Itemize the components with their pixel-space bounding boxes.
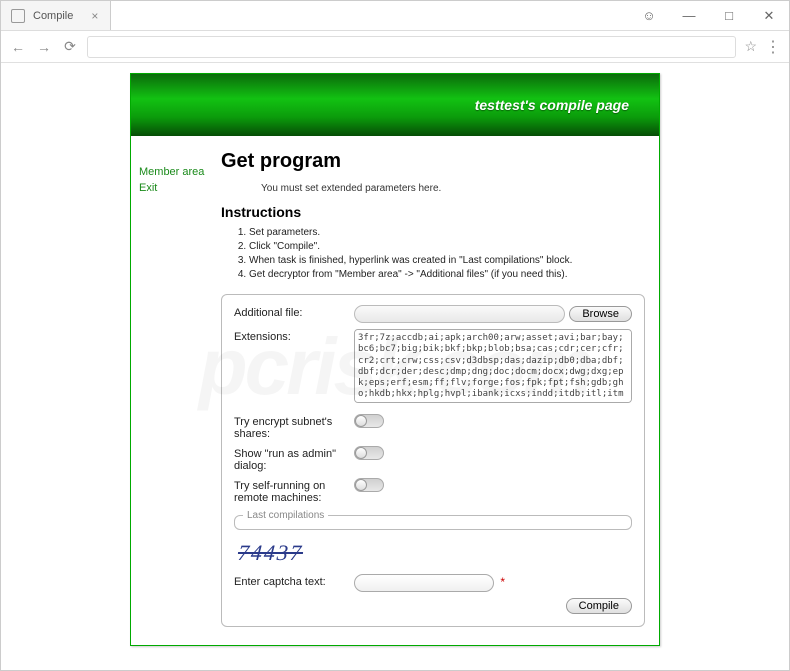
window-maximize-button[interactable]: □ bbox=[709, 1, 749, 30]
window-close-button[interactable]: ✕ bbox=[749, 1, 789, 30]
instructions-list: Set parameters. Click "Compile". When ta… bbox=[221, 226, 645, 282]
instruction-item: When task is finished, hyperlink was cre… bbox=[249, 254, 645, 268]
extensions-textarea[interactable] bbox=[354, 329, 632, 403]
toggle-subnet[interactable] bbox=[354, 414, 384, 428]
captcha-input[interactable] bbox=[354, 574, 494, 592]
forward-icon[interactable]: → bbox=[35, 39, 53, 55]
page-container: testtest's compile page Member area Exit… bbox=[130, 73, 660, 646]
toggle-subnet-label: Try encrypt subnet's shares: bbox=[234, 414, 354, 440]
main-content: Get program You must set extended parame… bbox=[221, 136, 659, 645]
additional-file-input[interactable] bbox=[354, 305, 565, 323]
toggle-admin-label: Show "run as admin" dialog: bbox=[234, 446, 354, 472]
titlebar: Compile × ☺ — □ ✕ bbox=[1, 1, 789, 31]
extensions-label: Extensions: bbox=[234, 329, 354, 343]
toggle-selfrun[interactable] bbox=[354, 478, 384, 492]
url-input[interactable] bbox=[87, 36, 736, 58]
toggle-admin[interactable] bbox=[354, 446, 384, 460]
instructions-heading: Instructions bbox=[221, 204, 645, 220]
tab-close-icon[interactable]: × bbox=[91, 9, 98, 23]
last-compilations-legend: Last compilations bbox=[243, 510, 328, 521]
last-compilations-fieldset: Last compilations bbox=[234, 510, 632, 530]
window-minimize-button[interactable]: — bbox=[669, 1, 709, 30]
instruction-item: Set parameters. bbox=[249, 226, 645, 240]
compile-button[interactable]: Compile bbox=[566, 598, 632, 614]
address-bar: ← → ⟳ ☆ ⋮ bbox=[1, 31, 789, 63]
required-marker: * bbox=[500, 575, 505, 589]
user-icon[interactable]: ☺ bbox=[629, 1, 669, 30]
page-favicon bbox=[11, 9, 25, 23]
browse-button[interactable]: Browse bbox=[569, 306, 632, 322]
reload-icon[interactable]: ⟳ bbox=[61, 38, 79, 55]
instruction-item: Get decryptor from "Member area" -> "Add… bbox=[249, 268, 645, 282]
tab-title: Compile bbox=[33, 10, 73, 22]
browser-tab[interactable]: Compile × bbox=[1, 1, 111, 30]
new-tab-button[interactable] bbox=[111, 1, 131, 30]
banner: testtest's compile page bbox=[131, 74, 659, 136]
instruction-item: Click "Compile". bbox=[249, 240, 645, 254]
sidebar: Member area Exit bbox=[131, 136, 221, 645]
additional-file-label: Additional file: bbox=[234, 305, 354, 319]
form-box: Additional file: Browse Extensions: bbox=[221, 294, 645, 627]
captcha-image: 74437 bbox=[233, 538, 309, 568]
back-icon[interactable]: ← bbox=[9, 39, 27, 55]
sidebar-item-member-area[interactable]: Member area bbox=[139, 166, 221, 178]
sidebar-item-exit[interactable]: Exit bbox=[139, 182, 221, 194]
bookmark-star-icon[interactable]: ☆ bbox=[744, 38, 757, 55]
captcha-label: Enter captcha text: bbox=[234, 574, 354, 588]
menu-icon[interactable]: ⋮ bbox=[765, 37, 781, 57]
toggle-selfrun-label: Try self-running on remote machines: bbox=[234, 478, 354, 504]
page-heading: Get program bbox=[221, 150, 645, 173]
banner-title: testtest's compile page bbox=[475, 97, 629, 113]
hint-text: You must set extended parameters here. bbox=[221, 183, 645, 194]
